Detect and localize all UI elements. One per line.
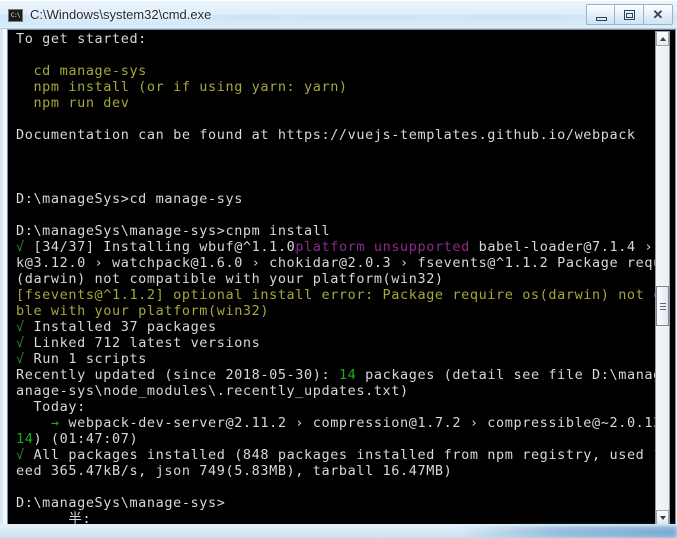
scrollbar-grip-icon: [660, 303, 666, 304]
maximize-icon-inner: [626, 13, 633, 18]
terminal-line: npm install (or if using yarn: yarn): [16, 79, 664, 95]
terminal-line: (darwin) not compatible with your platfo…: [16, 271, 664, 287]
terminal-text: D:\manageSys\manage-sys>: [16, 495, 226, 511]
terminal-line: √ Linked 712 latest versions: [16, 335, 664, 351]
terminal-text: Today:: [16, 399, 86, 415]
terminal-text: 14: [16, 431, 34, 447]
terminal-line: √ Installed 37 packages: [16, 319, 664, 335]
desktop-bottom-strip: [0, 524, 677, 538]
terminal-text: Recently updated (since 2018-05-30):: [16, 367, 339, 383]
maximize-button[interactable]: [615, 4, 644, 25]
terminal-line: To get started:: [16, 31, 664, 47]
scroll-up-arrow[interactable]: [656, 31, 669, 46]
terminal-line: Documentation can be found at https://vu…: [16, 127, 664, 143]
terminal-text: ) (01:47:07): [33, 431, 139, 447]
terminal-line: D:\manageSys\manage-sys>: [16, 495, 664, 511]
cmd-icon: C:\: [8, 9, 23, 22]
terminal-line: √ Run 1 scripts: [16, 351, 664, 367]
terminal-line: 14) (01:47:07): [16, 431, 664, 447]
cmd-window: C:\ C:\Windows\system32\cmd.exe ✕ To get…: [0, 0, 677, 530]
terminal-text: Installed 37 packages: [33, 319, 217, 335]
terminal-text: ble with your platform(win32): [16, 303, 270, 319]
terminal-line: [fsevents@^1.1.2] optional install error…: [16, 287, 664, 303]
chevron-down-icon: [660, 516, 666, 520]
terminal-text: packages (detail see file D:\manageSys\m: [365, 367, 664, 383]
terminal-text: To get started:: [16, 31, 147, 47]
terminal-output: To get started: cd manage-sys npm instal…: [16, 31, 664, 526]
scrollbar-thumb[interactable]: [656, 286, 669, 326]
terminal-text: cd manage-sys: [16, 63, 147, 79]
terminal-text: [34/37] Installing wbuf@^1.1.0: [33, 239, 296, 255]
terminal-text: k@3.12.0 › watchpack@1.6.0 › chokidar@2.…: [16, 255, 664, 271]
terminal-line: D:\manageSys>cd manage-sys: [16, 191, 664, 207]
terminal-line: ble with your platform(win32): [16, 303, 664, 319]
desktop-bottom-blur: [460, 526, 677, 538]
chevron-up-icon: [660, 37, 666, 41]
console-outline: To get started: cd manage-sys npm instal…: [7, 29, 676, 526]
terminal-line: cd manage-sys: [16, 63, 664, 79]
terminal-text: [fsevents@^1.1.2] optional install error…: [16, 287, 664, 303]
title-bar[interactable]: C:\ C:\Windows\system32\cmd.exe ✕: [0, 0, 677, 29]
close-icon: ✕: [652, 7, 664, 22]
minimize-button[interactable]: [586, 4, 615, 25]
terminal-line: k@3.12.0 › watchpack@1.6.0 › chokidar@2.…: [16, 255, 664, 271]
terminal-line: √ All packages installed (848 packages i…: [16, 447, 664, 463]
terminal-text: D:\manageSys\manage-sys>cnpm install: [16, 223, 331, 239]
console-scrollbar[interactable]: [655, 31, 670, 525]
terminal-text: (darwin) not compatible with your platfo…: [16, 271, 444, 287]
terminal-text: √: [16, 447, 34, 463]
terminal-text: platform unsupported: [295, 239, 470, 255]
terminal-line: √ [34/37] Installing wbuf@^1.1.0platform…: [16, 239, 664, 255]
terminal-text: npm install (or if using yarn: yarn): [16, 79, 348, 95]
window-controls: ✕: [586, 4, 673, 25]
terminal-text: All packages installed (848 packages ins…: [33, 447, 664, 463]
close-button[interactable]: ✕: [644, 4, 673, 25]
terminal-text: √: [16, 335, 34, 351]
terminal-text: √: [16, 239, 34, 255]
terminal-text: Documentation can be found at https://vu…: [16, 127, 636, 143]
minimize-icon: [596, 17, 607, 21]
terminal-line: Today:: [16, 399, 664, 415]
terminal-text: Run 1 scripts: [33, 351, 147, 367]
terminal-text: anage-sys\node_modules\.recently_updates…: [16, 383, 409, 399]
console-frame: To get started: cd manage-sys npm instal…: [0, 29, 677, 530]
terminal-text: √: [16, 351, 34, 367]
terminal-text: Linked 712 latest versions: [33, 335, 261, 351]
terminal-text: babel-loader@7.1.4 › webpac: [478, 239, 664, 255]
terminal-text: 14: [338, 367, 357, 383]
window-title: C:\Windows\system32\cmd.exe: [30, 7, 212, 22]
terminal-line: D:\manageSys\manage-sys>cnpm install: [16, 223, 664, 239]
console-screen[interactable]: To get started: cd manage-sys npm instal…: [12, 30, 664, 526]
terminal-line: eed 365.47kB/s, json 749(5.83MB), tarbal…: [16, 463, 664, 479]
terminal-text: webpack-dev-server@2.11.2 › compression@…: [68, 415, 664, 431]
terminal-line: Recently updated (since 2018-05-30): 14 …: [16, 367, 664, 383]
terminal-line: anage-sys\node_modules\.recently_updates…: [16, 383, 664, 399]
terminal-text: D:\manageSys>cd manage-sys: [16, 191, 243, 207]
terminal-line: → webpack-dev-server@2.11.2 › compressio…: [16, 415, 664, 431]
terminal-text: √: [16, 319, 34, 335]
terminal-line: npm run dev: [16, 95, 664, 111]
terminal-text: npm run dev: [16, 95, 130, 111]
terminal-text: →: [16, 415, 69, 431]
scroll-down-arrow[interactable]: [656, 510, 669, 525]
terminal-text: eed 365.47kB/s, json 749(5.83MB), tarbal…: [16, 463, 453, 479]
